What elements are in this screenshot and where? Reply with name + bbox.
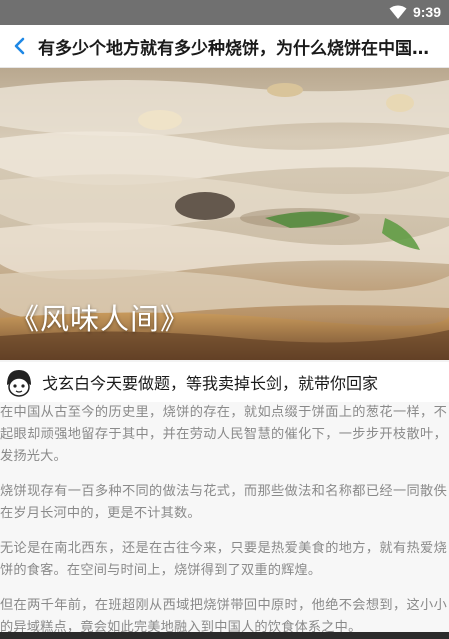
avatar[interactable] xyxy=(2,365,36,399)
chevron-left-icon xyxy=(14,37,25,55)
hero-caption: 《风味人间》 xyxy=(10,302,191,336)
status-bar: 9:39 xyxy=(0,0,449,25)
status-icons: 9:39 xyxy=(389,3,441,21)
author-row[interactable]: 戈玄白今天要做题，等我卖掉长剑，就带你回家 xyxy=(0,362,449,402)
paragraph: 在中国从古至今的历史里，烧饼的存在，就如点缀于饼面上的葱花一样，不起眼却顽强地留… xyxy=(0,405,447,464)
status-time: 9:39 xyxy=(412,4,441,20)
paragraph: 无论是在南北西东，还是在古往今来，只要是热爱美食的地方，就有热爱烧饼的食客。在空… xyxy=(0,541,447,578)
author-name[interactable]: 戈玄白今天要做题，等我卖掉长剑，就带你回家 xyxy=(42,370,378,394)
bottom-bar xyxy=(0,632,449,639)
paragraph: 烧饼现存有一百多种不同的做法与花式，而那些做法和名称都已经一同散佚在岁月长河中的… xyxy=(0,484,447,521)
wifi-icon xyxy=(389,5,407,19)
article-body: 在中国从古至今的历史里，烧饼的存在，就如点缀于饼面上的葱花一样，不起眼却顽强地留… xyxy=(0,402,449,635)
back-button[interactable] xyxy=(0,25,38,68)
page-title: 有多少个地方就有多少种烧饼，为什么烧饼在中国如此受欢迎？ xyxy=(38,38,438,59)
hero-image[interactable]: 《风味人间》 xyxy=(0,68,449,360)
app-bar: 有多少个地方就有多少种烧饼，为什么烧饼在中国如此受欢迎？ xyxy=(0,25,449,68)
